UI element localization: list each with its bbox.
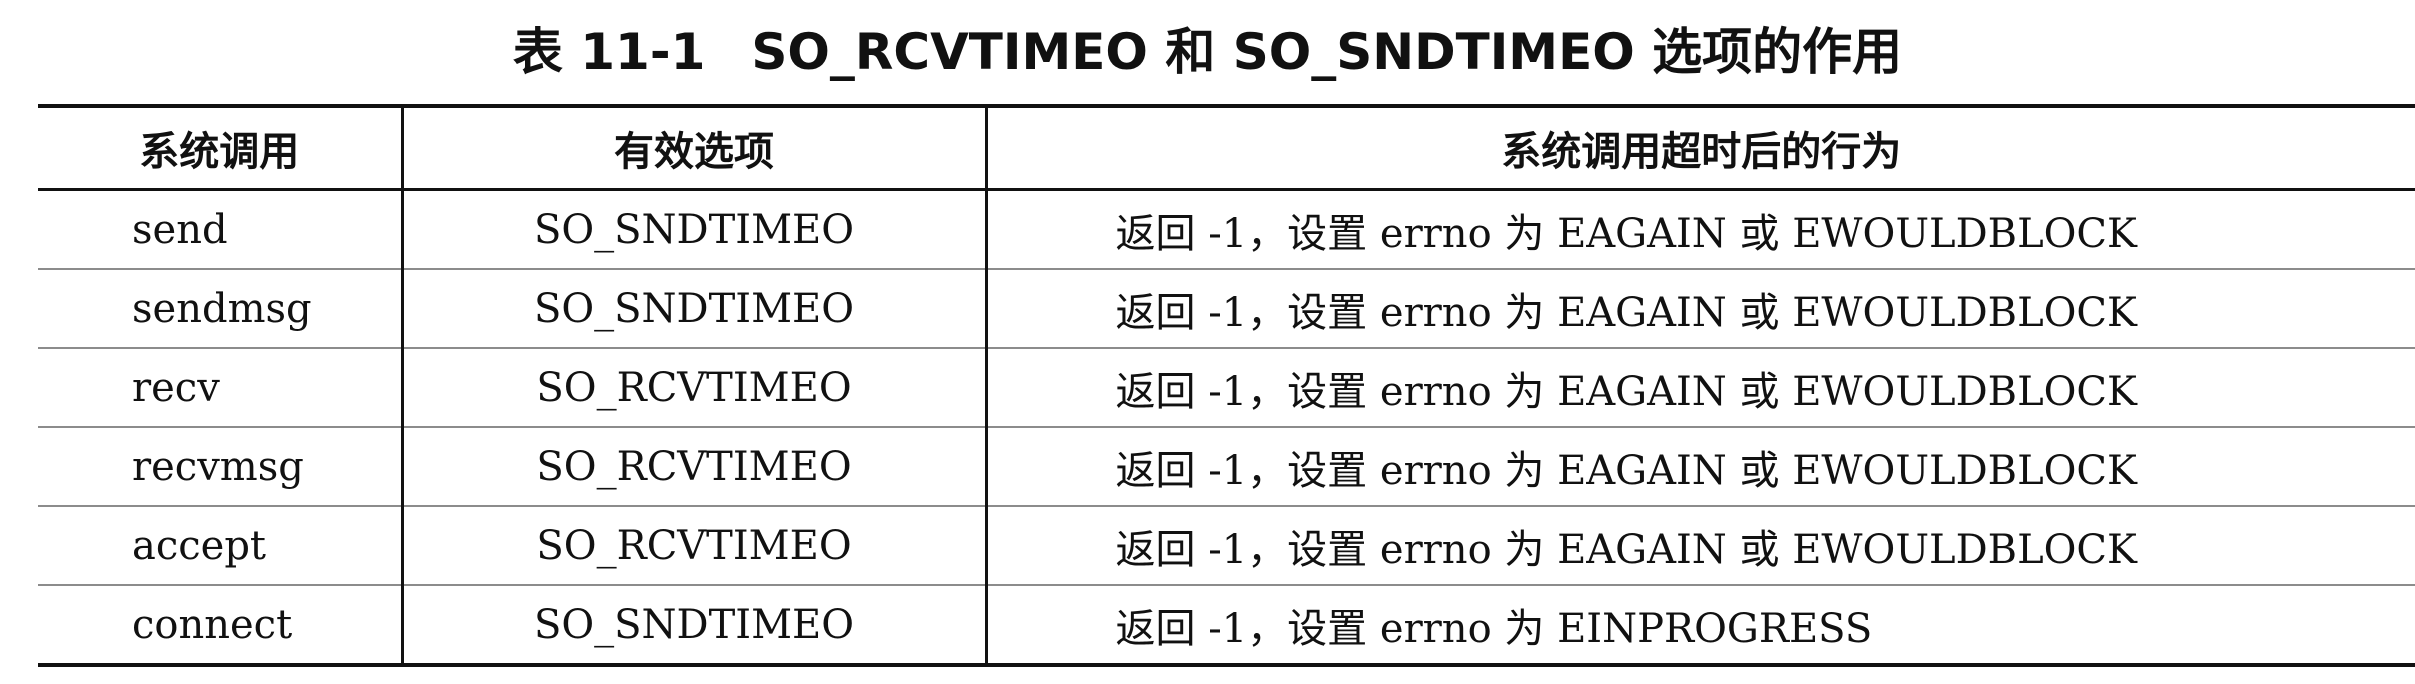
cell-effective-option: SO_RCVTIMEO (400, 427, 986, 506)
table-row: accept SO_RCVTIMEO 返回 -1，设置 errno 为 EAGA… (38, 506, 2415, 585)
table-row: recv SO_RCVTIMEO 返回 -1，设置 errno 为 EAGAIN… (38, 348, 2415, 427)
header-timeout-behavior: 系统调用超时后的行为 (984, 106, 2415, 190)
table-caption: 表 11-1 SO_RCVTIMEO 和 SO_SNDTIMEO 选项的作用 (0, 12, 2415, 92)
cell-system-call: send (132, 206, 228, 253)
table-number: 表 11-1 (512, 23, 706, 81)
header-effective-option: 有效选项 (400, 106, 986, 190)
table-title: SO_RCVTIMEO 和 SO_SNDTIMEO 选项的作用 (751, 23, 1903, 81)
table-row: recvmsg SO_RCVTIMEO 返回 -1，设置 errno 为 EAG… (38, 427, 2415, 506)
table-row: sendmsg SO_SNDTIMEO 返回 -1，设置 errno 为 EAG… (38, 269, 2415, 348)
cell-timeout-behavior: 返回 -1，设置 errno 为 EAGAIN 或 EWOULDBLOCK (984, 269, 2415, 348)
table-header-row: 系统调用 有效选项 系统调用超时后的行为 (38, 106, 2415, 190)
cell-timeout-behavior: 返回 -1，设置 errno 为 EINPROGRESS (984, 585, 2415, 665)
cell-timeout-behavior: 返回 -1，设置 errno 为 EAGAIN 或 EWOULDBLOCK (984, 348, 2415, 427)
cell-timeout-behavior: 返回 -1，设置 errno 为 EAGAIN 或 EWOULDBLOCK (984, 189, 2415, 269)
cell-system-call: sendmsg (132, 285, 312, 332)
cell-effective-option: SO_RCVTIMEO (400, 348, 986, 427)
cell-system-call: connect (132, 601, 293, 648)
table-row: send SO_SNDTIMEO 返回 -1，设置 errno 为 EAGAIN… (38, 189, 2415, 269)
cell-system-call: recvmsg (132, 443, 304, 490)
table-row: connect SO_SNDTIMEO 返回 -1，设置 errno 为 EIN… (38, 585, 2415, 665)
cell-effective-option: SO_SNDTIMEO (400, 189, 986, 269)
cell-effective-option: SO_RCVTIMEO (400, 506, 986, 585)
header-system-call: 系统调用 (139, 129, 300, 175)
cell-system-call: accept (132, 522, 267, 569)
cell-system-call: recv (132, 364, 220, 411)
cell-effective-option: SO_SNDTIMEO (400, 269, 986, 348)
options-table: 系统调用 有效选项 系统调用超时后的行为 send SO_SNDTIMEO 返回… (38, 104, 2415, 665)
cell-timeout-behavior: 返回 -1，设置 errno 为 EAGAIN 或 EWOULDBLOCK (984, 506, 2415, 585)
cell-timeout-behavior: 返回 -1，设置 errno 为 EAGAIN 或 EWOULDBLOCK (984, 427, 2415, 506)
cell-effective-option: SO_SNDTIMEO (400, 585, 986, 665)
